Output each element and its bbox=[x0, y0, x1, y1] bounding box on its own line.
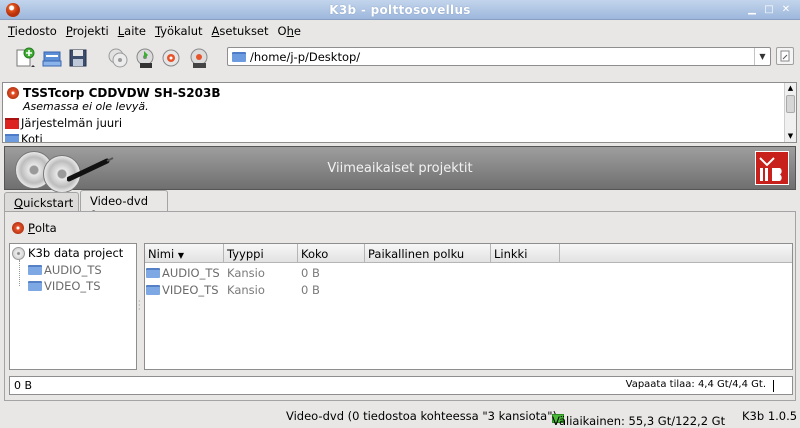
device-name: TSSTcorp CDDVDW SH-S203B bbox=[23, 86, 221, 100]
tree-item-home[interactable]: Koti bbox=[5, 132, 43, 142]
folder-icon bbox=[28, 265, 42, 275]
device-tree: TSSTcorp CDDVDW SH-S203B Asemassa ei ole… bbox=[2, 82, 797, 143]
splitter-handle[interactable]: · · · bbox=[138, 298, 142, 314]
device-status: Asemassa ei ole levyä. bbox=[23, 100, 149, 113]
scroll-thumb[interactable] bbox=[786, 95, 795, 113]
status-bar: Video-dvd (0 tiedostoa kohteessa "3 kans… bbox=[286, 409, 798, 428]
menu-asetukset[interactable]: Asetukset bbox=[208, 24, 273, 38]
sort-desc-icon: ▼ bbox=[177, 251, 185, 260]
device-item[interactable]: TSSTcorp CDDVDW SH-S203B bbox=[7, 86, 220, 100]
close-icon[interactable]: ✕ bbox=[779, 3, 793, 17]
maximize-icon[interactable]: □ bbox=[762, 3, 776, 17]
data-disc-icon bbox=[12, 246, 25, 260]
tab-video-dvd[interactable]: Video-dvd 0 bbox=[80, 190, 168, 222]
clear-location-button[interactable] bbox=[776, 47, 794, 65]
copy-cd-icon[interactable] bbox=[107, 47, 129, 69]
tree-item-root[interactable]: Järjestelmän juuri bbox=[5, 116, 122, 130]
column-name[interactable]: Nimi ▼ bbox=[145, 244, 224, 263]
clear-icon bbox=[780, 50, 790, 62]
menu-laite[interactable]: Laite bbox=[114, 24, 150, 38]
save-icon[interactable] bbox=[67, 47, 89, 69]
column-type[interactable]: Tyyppi bbox=[224, 244, 298, 263]
free-space: Vapaata tilaa: 4,4 Gt/4,4 Gt. bbox=[625, 379, 766, 390]
blank-disc-icon[interactable] bbox=[160, 47, 182, 69]
recent-projects-banner: Viimeaikaiset projektit bbox=[4, 146, 796, 193]
banner-title: Viimeaikaiset projektit bbox=[327, 161, 473, 176]
tree-node-audio-ts[interactable]: AUDIO_TS bbox=[28, 262, 102, 278]
burn-button[interactable]: Polta bbox=[12, 220, 57, 236]
folder-icon bbox=[146, 268, 160, 278]
used-size: 0 B bbox=[14, 379, 33, 392]
root-folder-icon bbox=[5, 117, 19, 129]
menu-ohje[interactable]: Ohe bbox=[274, 24, 305, 38]
menu-tiedosto[interactable]: Tiedosto bbox=[4, 24, 61, 38]
capacity-bar: 0 B Vapaata tilaa: 4,4 Gt/4,4 Gt. bbox=[9, 376, 793, 395]
menu-tyokalut[interactable]: Työkalut bbox=[151, 24, 207, 38]
tree-root-node[interactable]: K3b data project bbox=[12, 245, 123, 261]
column-local-path[interactable]: Paikallinen polku bbox=[365, 244, 491, 263]
scroll-up-icon[interactable]: ▲ bbox=[786, 84, 795, 93]
project-tree: K3b data project AUDIO_TS VIDEO_TS bbox=[9, 243, 137, 370]
burn-icon bbox=[12, 222, 24, 234]
location-combo[interactable]: /home/j-p/Desktop/ ▼ bbox=[227, 47, 771, 66]
scroll-down-icon[interactable]: ▼ bbox=[786, 132, 795, 141]
column-link[interactable]: Linkki bbox=[491, 244, 560, 263]
project-info: Video-dvd (0 tiedostoa kohteessa "3 kans… bbox=[286, 409, 557, 423]
table-row[interactable]: AUDIO_TS Kansio 0 B bbox=[145, 264, 792, 281]
home-folder-icon bbox=[5, 133, 19, 142]
file-list: Nimi ▼ Tyyppi Koko Paikallinen polku Lin… bbox=[144, 243, 793, 370]
tree-line bbox=[19, 260, 20, 286]
menu-projekti[interactable]: Projekti bbox=[62, 24, 113, 38]
folder-icon bbox=[28, 281, 42, 291]
title-bar: K3b - polttosovellus ▁ □ ✕ bbox=[0, 0, 800, 20]
k3b-logo bbox=[755, 151, 789, 185]
version-label: K3b 1.0.5 bbox=[742, 409, 798, 423]
folder-icon bbox=[146, 285, 160, 295]
table-row[interactable]: VIDEO_TS Kansio 0 B bbox=[145, 281, 792, 298]
folder-icon bbox=[232, 52, 246, 62]
burn-dvd-icon[interactable] bbox=[134, 47, 156, 69]
device-scrollbar[interactable]: ▲ ▼ bbox=[784, 83, 796, 142]
new-project-icon[interactable] bbox=[14, 47, 36, 69]
tab-quickstart[interactable]: Quickstart bbox=[4, 192, 79, 212]
minimize-icon[interactable]: ▁ bbox=[745, 3, 759, 17]
format-dvd-icon[interactable] bbox=[188, 47, 210, 69]
menu-bar: Tiedosto Projekti Laite Työkalut Asetuks… bbox=[0, 20, 800, 41]
window-title: K3b - polttosovellus bbox=[329, 3, 471, 17]
location-path[interactable]: /home/j-p/Desktop/ bbox=[250, 50, 360, 64]
chevron-down-icon[interactable]: ▼ bbox=[754, 48, 770, 65]
open-icon[interactable] bbox=[41, 47, 63, 69]
column-size[interactable]: Koko bbox=[298, 244, 365, 263]
optical-drive-icon bbox=[7, 87, 19, 99]
capacity-marker bbox=[773, 380, 774, 392]
list-header: Nimi ▼ Tyyppi Koko Paikallinen polku Lin… bbox=[145, 244, 792, 263]
tree-node-video-ts[interactable]: VIDEO_TS bbox=[28, 278, 101, 294]
